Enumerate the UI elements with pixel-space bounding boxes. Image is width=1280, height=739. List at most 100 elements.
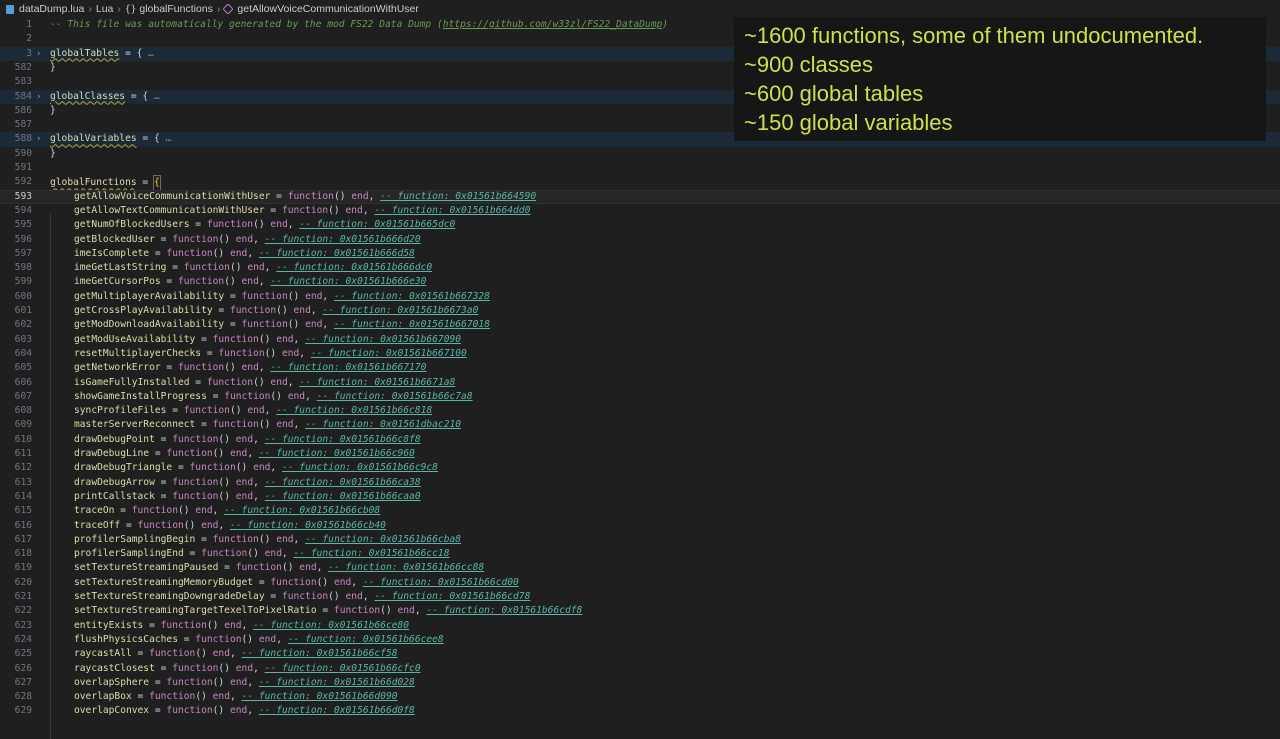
function-keyword: function bbox=[212, 533, 259, 545]
inlay-hint[interactable]: -- function: 0x01561b66cd00 bbox=[363, 577, 519, 588]
code-content: printCallstack = function() end, -- func… bbox=[50, 490, 421, 504]
inlay-hint[interactable]: -- function: 0x01561b66c9c8 bbox=[282, 462, 438, 473]
inlay-hint[interactable]: -- function: 0x01561b6671a8 bbox=[299, 377, 455, 388]
code-line[interactable]: 595 getNumOfBlockedUsers = function() en… bbox=[0, 218, 1280, 232]
code-line[interactable]: 622 setTextureStreamingTargetTexelToPixe… bbox=[0, 604, 1280, 618]
inlay-hint[interactable]: -- function: 0x01561b66d090 bbox=[242, 691, 398, 702]
inlay-hint[interactable]: -- function: 0x01561b667328 bbox=[334, 291, 490, 302]
code-line[interactable]: 621 setTextureStreamingDowngradeDelay = … bbox=[0, 590, 1280, 604]
code-line[interactable]: 629 overlapConvex = function() end, -- f… bbox=[0, 704, 1280, 718]
code-line[interactable]: 617 profilerSamplingBegin = function() e… bbox=[0, 533, 1280, 547]
fold-chevron-icon[interactable]: › bbox=[36, 132, 41, 146]
code-line[interactable]: 612 drawDebugTriangle = function() end, … bbox=[0, 461, 1280, 475]
code-line[interactable]: 607 showGameInstallProgress = function()… bbox=[0, 390, 1280, 404]
breadcrumb-table[interactable]: {} globalFunctions bbox=[125, 3, 213, 15]
code-line[interactable]: 599 imeGetCursorPos = function() end, --… bbox=[0, 275, 1280, 289]
code-line[interactable]: 618 profilerSamplingEnd = function() end… bbox=[0, 547, 1280, 561]
hint-prefix: -- function: bbox=[333, 319, 410, 331]
inlay-hint[interactable]: -- function: 0x01561dbac210 bbox=[305, 419, 461, 430]
inlay-hint[interactable]: -- function: 0x01561b66c8f8 bbox=[265, 434, 421, 445]
code-line[interactable]: 610 drawDebugPoint = function() end, -- … bbox=[0, 433, 1280, 447]
inlay-hint[interactable]: -- function: 0x01561b66ce80 bbox=[253, 620, 409, 631]
code-line[interactable]: 597 imeIsComplete = function() end, -- f… bbox=[0, 247, 1280, 261]
inlay-hint[interactable]: -- function: 0x01561b667100 bbox=[311, 348, 467, 359]
inlay-hint[interactable]: -- function: 0x01561b66cd78 bbox=[374, 591, 530, 602]
code-line[interactable]: 596 getBlockedUser = function() end, -- … bbox=[0, 233, 1280, 247]
code-line[interactable]: 598 imeGetLastString = function() end, -… bbox=[0, 261, 1280, 275]
code-line[interactable]: 603 getModUseAvailability = function() e… bbox=[0, 333, 1280, 347]
code-line[interactable]: 627 overlapSphere = function() end, -- f… bbox=[0, 676, 1280, 690]
inlay-hint[interactable]: -- function: 0x01561b667170 bbox=[270, 362, 426, 373]
comment-text: -- This file was automatically generated… bbox=[50, 19, 443, 30]
code-line[interactable]: 594 getAllowTextCommunicationWithUser = … bbox=[0, 204, 1280, 218]
code-line[interactable]: 628 overlapBox = function() end, -- func… bbox=[0, 690, 1280, 704]
function-name: drawDebugPoint bbox=[74, 433, 155, 445]
code-line[interactable]: 616 traceOff = function() end, -- functi… bbox=[0, 519, 1280, 533]
code-line[interactable]: 605 getNetworkError = function() end, --… bbox=[0, 361, 1280, 375]
inlay-hint[interactable]: -- function: 0x01561b66c818 bbox=[276, 405, 432, 416]
inlay-hint[interactable]: -- function: 0x01561b66cc18 bbox=[294, 548, 450, 559]
fold-chevron-icon[interactable]: › bbox=[36, 90, 41, 104]
inlay-hint[interactable]: -- function: 0x01561b66cb40 bbox=[230, 520, 386, 531]
code-line[interactable]: 611 drawDebugLine = function() end, -- f… bbox=[0, 447, 1280, 461]
code-line[interactable]: 625 raycastAll = function() end, -- func… bbox=[0, 647, 1280, 661]
inlay-hint[interactable]: -- function: 0x01561b666e30 bbox=[270, 276, 426, 287]
code-line[interactable]: 590} bbox=[0, 147, 1280, 161]
code-line[interactable]: 592 globalFunctions = { bbox=[0, 175, 1280, 192]
code-line[interactable]: 619 setTextureStreamingPaused = function… bbox=[0, 561, 1280, 575]
inlay-hint[interactable]: -- function: 0x01561b667018 bbox=[334, 319, 490, 330]
inlay-hint[interactable]: -- function: 0x01561b66d028 bbox=[259, 677, 415, 688]
inlay-hint[interactable]: -- function: 0x01561b66cf58 bbox=[242, 648, 398, 659]
code-line[interactable]: 591 bbox=[0, 161, 1280, 175]
code-line[interactable]: 613 drawDebugArrow = function() end, -- … bbox=[0, 476, 1280, 490]
assign: = bbox=[264, 591, 282, 602]
code-line[interactable]: 626 raycastClosest = function() end, -- … bbox=[0, 662, 1280, 676]
function-name: entityExists bbox=[74, 619, 144, 631]
inlay-hint[interactable]: -- function: 0x01561b665dc0 bbox=[299, 219, 455, 230]
inlay-hint[interactable]: -- function: 0x01561b6673a0 bbox=[322, 305, 478, 316]
parens: () bbox=[212, 676, 225, 688]
inlay-hint[interactable]: -- function: 0x01561b66cc88 bbox=[328, 562, 484, 573]
inlay-hint[interactable]: -- function: 0x01561b66cee8 bbox=[288, 634, 444, 645]
code-line[interactable]: 609 masterServerReconnect = function() e… bbox=[0, 418, 1280, 432]
function-name: resetMultiplayerChecks bbox=[74, 347, 202, 359]
inlay-hint[interactable]: -- function: 0x01561b66ca38 bbox=[265, 477, 421, 488]
inlay-hint[interactable]: -- function: 0x01561b666d58 bbox=[259, 248, 415, 259]
code-line[interactable]: 624 flushPhysicsCaches = function() end,… bbox=[0, 633, 1280, 647]
code-line[interactable]: 620 setTextureStreamingMemoryBudget = fu… bbox=[0, 576, 1280, 590]
code-line[interactable]: 600 getMultiplayerAvailability = functio… bbox=[0, 290, 1280, 304]
breadcrumb-file[interactable]: dataDump.lua bbox=[6, 3, 84, 15]
inlay-hint[interactable]: -- function: 0x01561b66cb08 bbox=[224, 505, 380, 516]
inlay-hint[interactable]: -- function: 0x01561b66c960 bbox=[259, 448, 415, 459]
code-line[interactable]: 615 traceOn = function() end, -- functio… bbox=[0, 504, 1280, 518]
inlay-hint[interactable]: -- function: 0x01561b66c7a8 bbox=[317, 391, 473, 402]
function-name: getMultiplayerAvailability bbox=[74, 290, 225, 302]
code-line[interactable]: 604 resetMultiplayerChecks = function() … bbox=[0, 347, 1280, 361]
breadcrumb-language[interactable]: Lua bbox=[96, 3, 114, 15]
code-line[interactable]: 601 getCrossPlayAvailability = function(… bbox=[0, 304, 1280, 318]
breadcrumb-symbol[interactable]: getAllowVoiceCommunicationWithUser bbox=[222, 3, 419, 15]
fold-chevron-icon[interactable]: › bbox=[36, 47, 41, 61]
inlay-hint[interactable]: -- function: 0x01561b66cfc0 bbox=[265, 663, 421, 674]
hint-prefix: -- function: bbox=[270, 362, 346, 374]
inlay-hint[interactable]: -- function: 0x01561b666dc0 bbox=[276, 262, 432, 273]
inlay-hint[interactable]: -- function: 0x01561b66cba8 bbox=[305, 534, 461, 545]
code-line[interactable]: 623 entityExists = function() end, -- fu… bbox=[0, 619, 1280, 633]
code-line[interactable]: 606 isGameFullyInstalled = function() en… bbox=[0, 376, 1280, 390]
function-name: imeIsComplete bbox=[74, 247, 150, 259]
assign: = bbox=[154, 662, 173, 674]
code-content: getNetworkError = function() end, -- fun… bbox=[50, 361, 426, 375]
inlay-hint[interactable]: -- function: 0x01561b667090 bbox=[305, 334, 461, 345]
code-line[interactable]: 614 printCallstack = function() end, -- … bbox=[0, 490, 1280, 504]
hint-address: 0x01561b66c8f8 bbox=[339, 433, 421, 445]
inlay-hint[interactable]: -- function: 0x01561b664590 bbox=[380, 191, 536, 202]
code-line[interactable]: 602 getModDownloadAvailability = functio… bbox=[0, 318, 1280, 332]
inlay-hint[interactable]: -- function: 0x01561b664dd0 bbox=[374, 205, 530, 216]
inlay-hint[interactable]: -- function: 0x01561b66caa0 bbox=[265, 491, 421, 502]
inlay-hint[interactable]: -- function: 0x01561b66d0f8 bbox=[259, 705, 415, 716]
hint-address: 0x01561b66cdf8 bbox=[501, 605, 583, 617]
code-line[interactable]: 593 getAllowVoiceCommunicationWithUser =… bbox=[0, 189, 1280, 204]
inlay-hint[interactable]: -- function: 0x01561b666d20 bbox=[265, 234, 421, 245]
code-line[interactable]: 608 syncProfileFiles = function() end, -… bbox=[0, 404, 1280, 418]
inlay-hint[interactable]: -- function: 0x01561b66cdf8 bbox=[426, 605, 582, 616]
